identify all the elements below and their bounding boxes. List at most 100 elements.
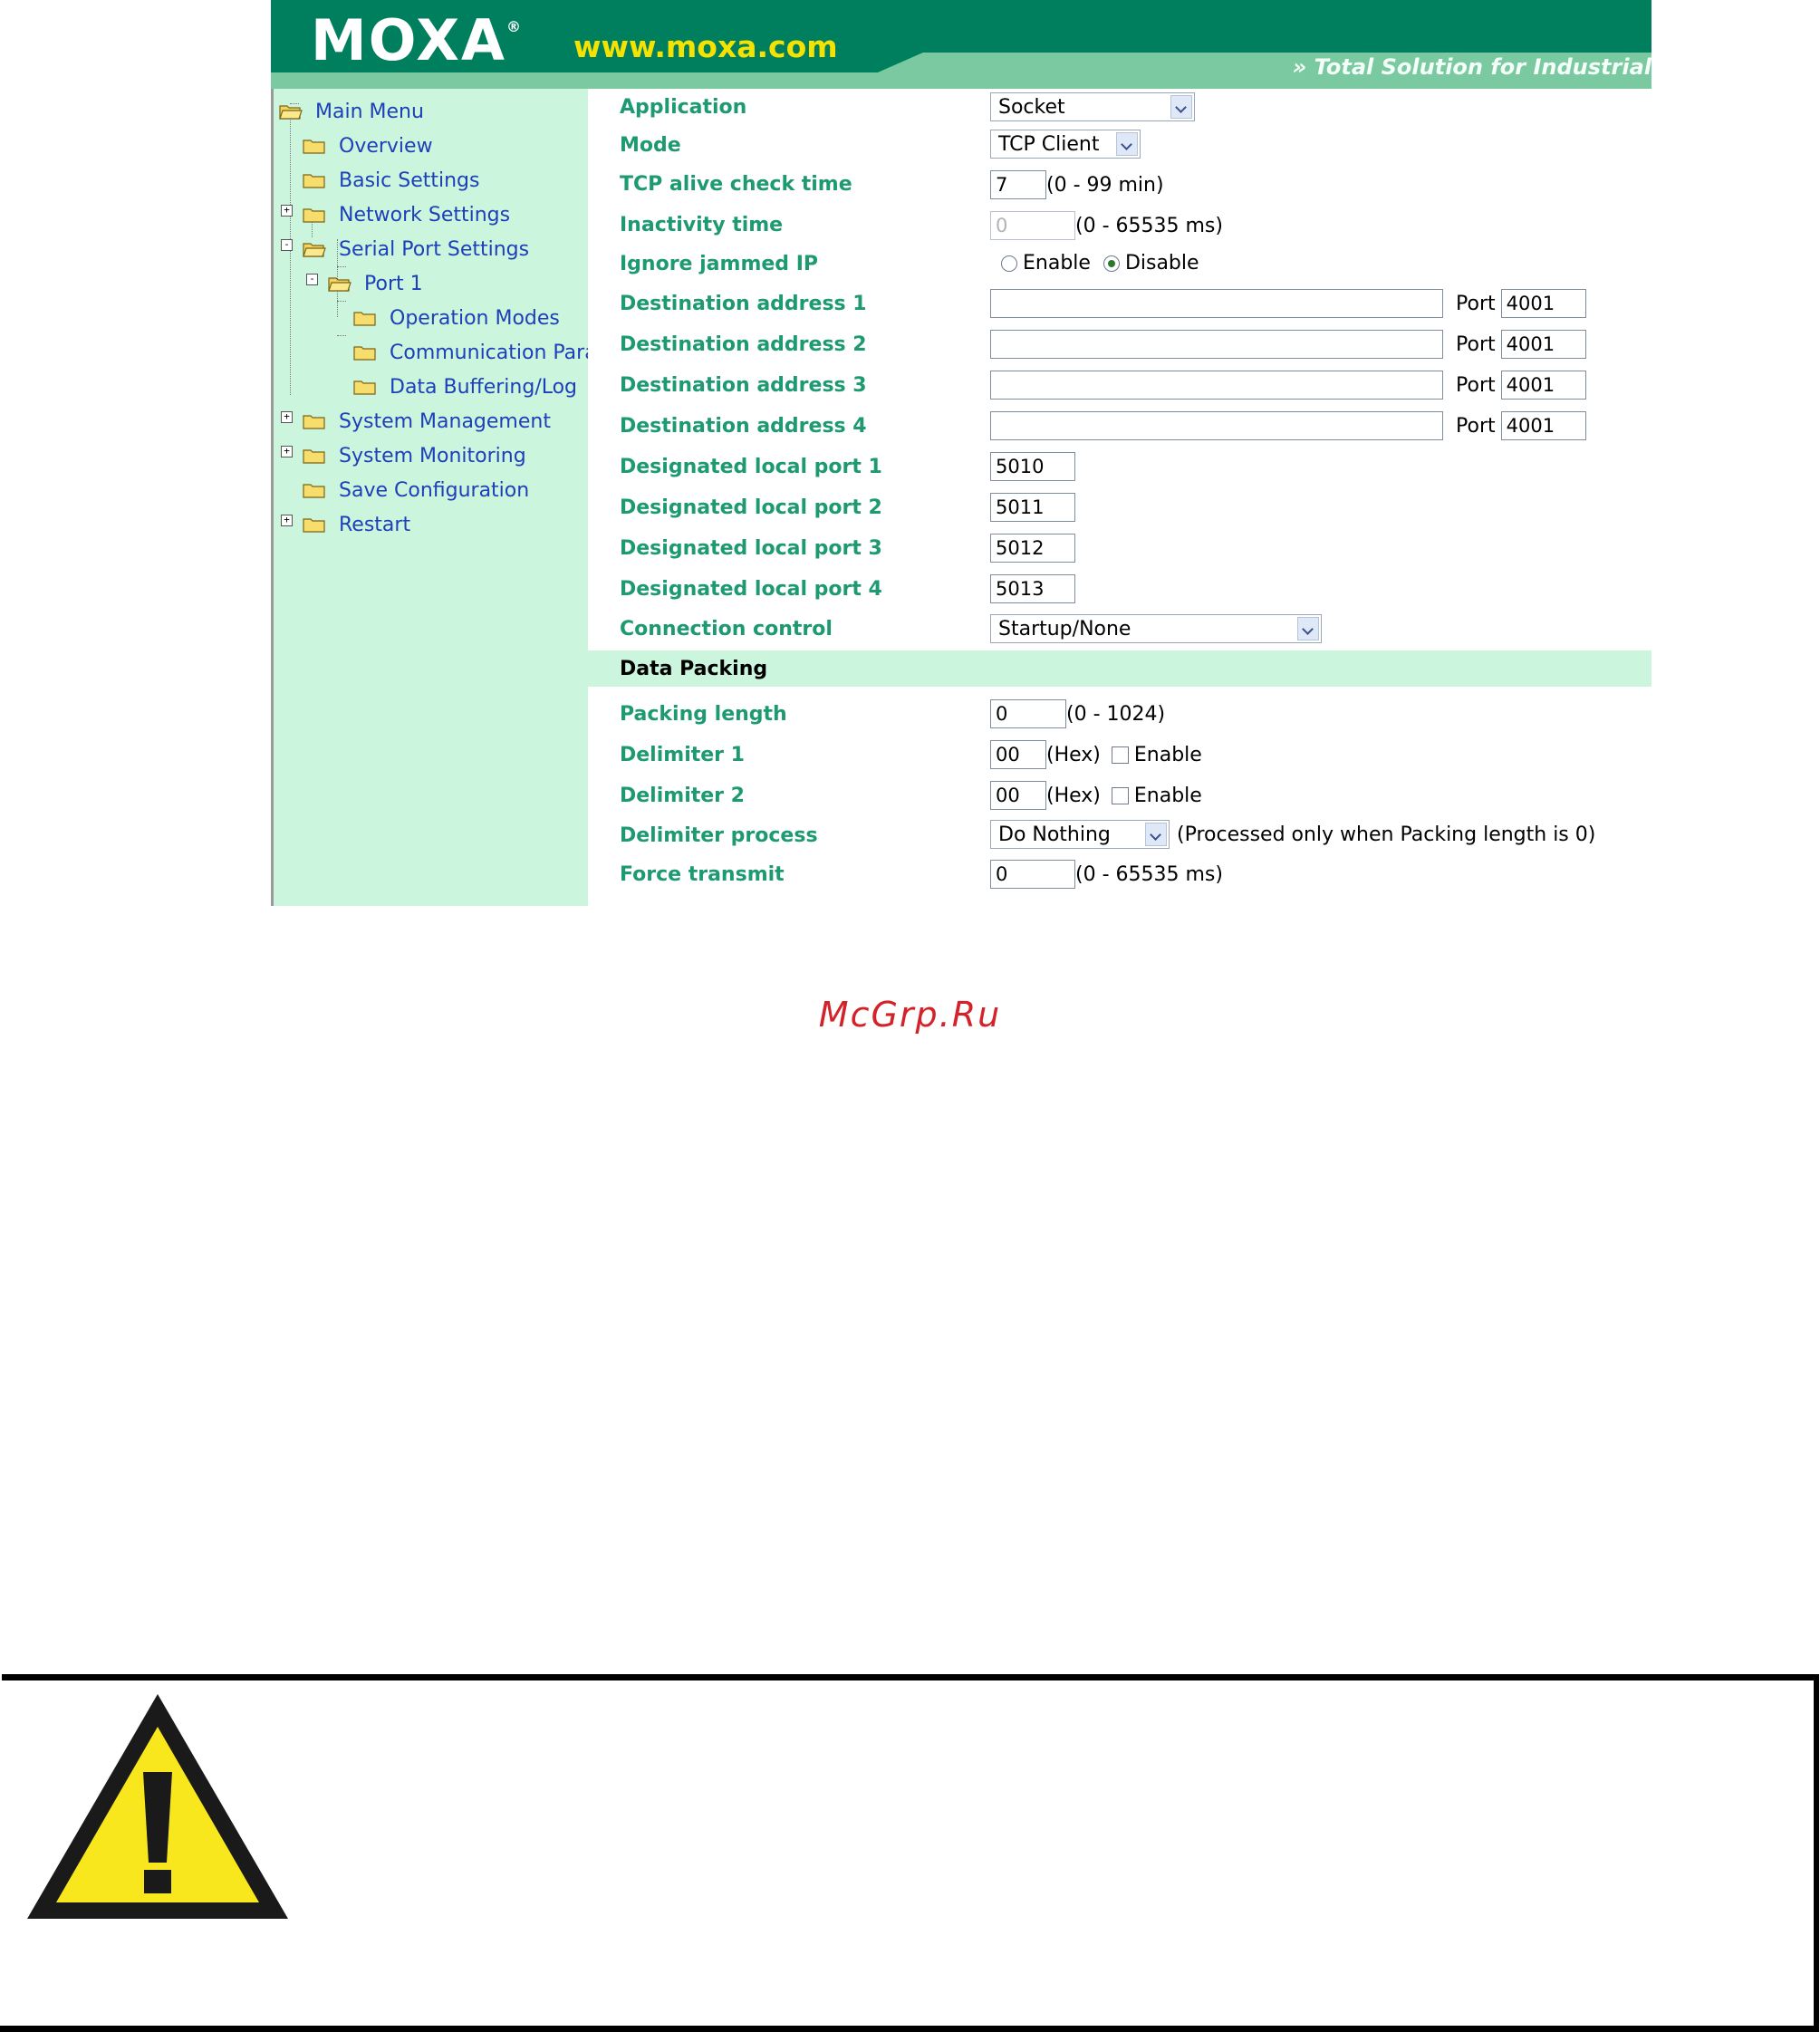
inactivity-input[interactable]: 0 — [990, 211, 1075, 240]
sidebar-item-serial-port-settings[interactable]: Serial Port Settings — [303, 236, 529, 263]
sidebar-item-system-management[interactable]: System Management — [303, 408, 551, 435]
folder-icon — [303, 138, 326, 154]
expand-icon[interactable]: + — [281, 515, 293, 526]
sidebar-item-data-buffering-log[interactable]: Data Buffering/Log — [353, 373, 577, 400]
connection-control-select[interactable]: Startup/None — [990, 614, 1322, 643]
local-port-2-input[interactable]: 5011 — [990, 493, 1075, 522]
destination-port-1-input[interactable]: 4001 — [1500, 289, 1586, 318]
delimiter-process-row: Do Nothing (Processed only when Packing … — [990, 820, 1595, 849]
mode-select[interactable]: TCP Client — [990, 130, 1141, 159]
site-url[interactable]: www.moxa.com — [573, 29, 838, 64]
ignore-jammed-row: Enable Disable — [1001, 252, 1199, 274]
sidebar-item-communication-parameters[interactable]: Communication Para — [353, 339, 588, 366]
application-row: Socket — [990, 92, 1195, 121]
destination-address-3-label: Destination address 3 — [620, 374, 867, 397]
destination-address-1-label: Destination address 1 — [620, 293, 867, 315]
sidebar-item-label: Port 1 — [364, 272, 423, 295]
enable-radio-label[interactable]: Enable — [1023, 252, 1091, 274]
delimiter-process-select[interactable]: Do Nothing — [990, 820, 1170, 849]
chevron-down-icon[interactable] — [1145, 823, 1167, 846]
logo-text: MOXA — [311, 7, 506, 73]
chevron-down-icon[interactable] — [1116, 132, 1138, 156]
mode-value: TCP Client — [998, 132, 1100, 156]
folder-icon — [303, 482, 326, 498]
tree-line — [290, 116, 291, 395]
settings-form: Application Socket Mode TCP Client TCP a… — [588, 89, 1651, 906]
destination-port-3-input[interactable]: 4001 — [1500, 371, 1586, 400]
delimiter-1-hint: (Hex) — [1046, 743, 1101, 766]
destination-address-4-input[interactable] — [990, 411, 1443, 440]
tcp-alive-label: TCP alive check time — [620, 173, 852, 196]
force-transmit-hint: (0 - 65535 ms) — [1075, 862, 1223, 886]
sidebar-item-restart[interactable]: Restart — [303, 511, 410, 538]
sidebar-item-label: Serial Port Settings — [339, 237, 530, 261]
local-port-4-label: Designated local port 4 — [620, 578, 882, 601]
destination-port-4-input[interactable]: 4001 — [1500, 411, 1586, 440]
force-transmit-label: Force transmit — [620, 863, 785, 886]
sidebar-item-label: Basic Settings — [339, 169, 480, 192]
disable-radio[interactable] — [1103, 255, 1120, 272]
packing-length-input[interactable]: 0 — [990, 699, 1066, 728]
delimiter-1-enable-label[interactable]: Enable — [1134, 744, 1202, 766]
watermark: McGrp.Ru — [818, 995, 1002, 1035]
registered-mark: ® — [506, 18, 523, 35]
chevron-down-icon[interactable] — [1297, 617, 1319, 640]
delimiter-process-label: Delimiter process — [620, 824, 818, 847]
tree-line — [337, 266, 346, 267]
port-label: Port — [1456, 332, 1496, 356]
folder-icon — [303, 172, 326, 188]
sidebar-item-overview[interactable]: Overview — [303, 132, 433, 159]
tcp-alive-input[interactable]: 7 — [990, 170, 1046, 199]
expand-icon[interactable]: + — [281, 446, 293, 457]
folder-icon — [353, 379, 377, 395]
destination-address-3-input[interactable] — [990, 371, 1443, 400]
delimiter-1-label: Delimiter 1 — [620, 744, 745, 766]
folder-open-icon — [279, 103, 303, 120]
sidebar-item-basic-settings[interactable]: Basic Settings — [303, 167, 479, 194]
delimiter-1-enable-checkbox[interactable] — [1111, 746, 1129, 764]
disable-radio-label[interactable]: Disable — [1125, 252, 1199, 274]
enable-radio[interactable] — [1001, 255, 1017, 272]
sidebar-tree: Main Menu Overview Basic Settings + Netw… — [271, 89, 588, 906]
moxa-logo[interactable]: MOXA® — [311, 7, 523, 73]
sidebar-item-save-configuration[interactable]: Save Configuration — [303, 477, 529, 504]
destination-address-4-label: Destination address 4 — [620, 415, 867, 438]
warning-triangle-icon — [22, 1689, 294, 1931]
sidebar-item-operation-modes[interactable]: Operation Modes — [353, 304, 560, 332]
sidebar-item-label: Main Menu — [315, 100, 424, 123]
delimiter-2-enable-checkbox[interactable] — [1111, 786, 1129, 804]
connection-control-value: Startup/None — [998, 617, 1131, 640]
expand-icon[interactable]: + — [281, 411, 293, 423]
port-label: Port — [1456, 292, 1496, 315]
sidebar-item-label: System Management — [339, 409, 551, 433]
delimiter-2-label: Delimiter 2 — [620, 785, 745, 807]
delimiter-1-input[interactable]: 00 — [990, 740, 1046, 769]
sidebar-item-label: System Monitoring — [339, 444, 526, 467]
folder-open-icon — [328, 275, 351, 292]
destination-address-2-input[interactable] — [990, 330, 1443, 359]
sidebar-item-network-settings[interactable]: Network Settings — [303, 201, 510, 228]
application-select[interactable]: Socket — [990, 92, 1195, 121]
folder-icon — [303, 516, 326, 533]
sidebar-item-system-monitoring[interactable]: System Monitoring — [303, 442, 526, 469]
inactivity-label: Inactivity time — [620, 214, 784, 236]
tcp-alive-row: 7 (0 - 99 min) — [990, 170, 1164, 199]
destination-address-1-input[interactable] — [990, 289, 1443, 318]
sidebar-item-label: Operation Modes — [390, 306, 560, 330]
local-port-3-input[interactable]: 5012 — [990, 534, 1075, 563]
expand-icon[interactable]: + — [281, 205, 293, 217]
local-port-4-input[interactable]: 5013 — [990, 574, 1075, 603]
delimiter-process-hint: (Processed only when Packing length is 0… — [1177, 823, 1596, 846]
delimiter-2-input[interactable]: 00 — [990, 781, 1046, 810]
collapse-icon[interactable]: - — [306, 274, 318, 285]
local-port-1-input[interactable]: 5010 — [990, 452, 1075, 481]
destination-port-2-input[interactable]: 4001 — [1500, 330, 1586, 359]
delimiter-2-enable-label[interactable]: Enable — [1134, 785, 1202, 807]
destination-address-1-row: Port 4001 — [990, 289, 1586, 318]
force-transmit-input[interactable]: 0 — [990, 860, 1075, 889]
local-port-3-row: 5012 — [990, 534, 1075, 563]
collapse-icon[interactable]: - — [281, 239, 293, 251]
chevron-down-icon[interactable] — [1170, 95, 1192, 119]
sidebar-item-main-menu[interactable]: Main Menu — [279, 98, 424, 125]
sidebar-item-port-1[interactable]: Port 1 — [328, 270, 423, 297]
